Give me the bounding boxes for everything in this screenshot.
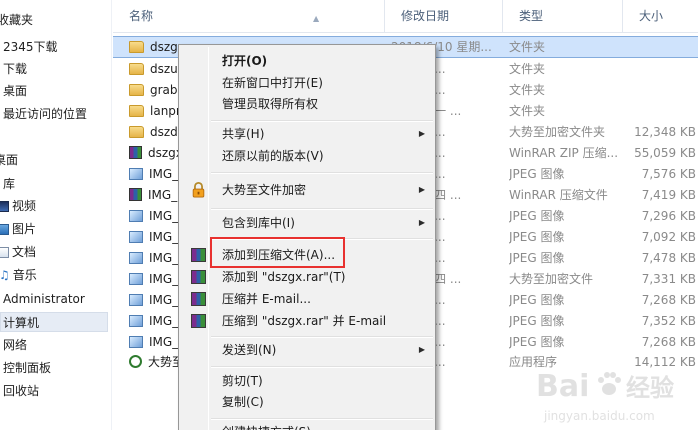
submenu-arrow-icon: ▶ [418,129,425,138]
nav-item-documents[interactable]: 文档 [0,242,36,262]
image-file-icon [129,168,143,180]
folder-icon [129,126,144,138]
folder-icon [129,41,144,53]
nav-item-computer[interactable]: 计算机 [0,312,108,332]
menu-item-cut[interactable]: 剪切(T) [181,370,433,392]
nav-item-desktop[interactable]: 桌面 [3,81,27,101]
nav-item-control-panel[interactable]: 控制面板 [3,358,51,378]
menu-item-take-ownership[interactable]: 管理员取得所有权 [181,93,433,115]
nav-item-videos[interactable]: 视频 [0,196,36,216]
menu-item-compress-email[interactable]: 压缩并 E-mail... [181,288,433,310]
nav-item-libraries[interactable]: 库 [3,174,15,194]
submenu-arrow-icon: ▶ [418,218,425,227]
baidu-jingyan-watermark: Bai 经验 jingyan.baidu.com [536,369,674,423]
column-name[interactable]: 名称 ▲ [113,0,385,33]
document-library-icon [0,247,9,258]
nav-item-downloads[interactable]: 下载 [3,59,27,79]
lock-icon [192,182,205,198]
picture-library-icon [0,224,9,235]
image-file-icon [129,252,143,264]
svg-text:jingyan.baidu.com: jingyan.baidu.com [543,409,655,423]
menu-item-send-to[interactable]: 发送到(N) ▶ [181,339,433,361]
submenu-arrow-icon: ▶ [418,345,425,354]
music-library-icon: ♫ [0,268,10,282]
menu-item-create-shortcut[interactable]: 创建快捷方式(S) [181,421,433,430]
nav-item-favorites[interactable]: 收藏夹 [0,10,33,30]
svg-text:经验: 经验 [626,374,674,402]
folder-icon [129,63,144,75]
image-file-icon [129,231,143,243]
folder-icon [129,84,144,96]
winrar-icon [191,292,206,306]
menu-item-open[interactable]: 打开(O) [181,50,433,72]
nav-item-recycle-bin[interactable]: 回收站 [3,381,39,401]
menu-item-add-to-dszgx-rar[interactable]: 添加到 "dszgx.rar"(T) [181,266,433,288]
winrar-icon [191,314,206,328]
nav-item-music[interactable]: ♫ 音乐 [0,265,37,285]
image-file-icon [129,336,143,348]
svg-text:Bai: Bai [536,369,589,404]
nav-item-2345-download[interactable]: 2345下载 [3,37,58,57]
menu-item-compress-rar-email[interactable]: 压缩到 "dszgx.rar" 并 E-mail [181,310,433,332]
nav-item-pictures[interactable]: 图片 [0,219,36,239]
baidu-paw-icon [598,372,621,395]
folder-icon [129,105,144,117]
menu-item-open-new-window[interactable]: 在新窗口中打开(E) [181,72,433,94]
image-file-icon [129,210,143,222]
nav-item-recent-places[interactable]: 最近访问的位置 [3,104,87,124]
image-file-icon [129,315,143,327]
column-size[interactable]: 大小 [623,0,698,33]
column-type[interactable]: 类型 [503,0,623,33]
winrar-archive-icon [129,188,142,201]
submenu-arrow-icon: ▶ [418,185,425,194]
highlight-box [210,237,345,268]
nav-item-administrator[interactable]: Administrator [3,289,85,309]
menu-item-copy[interactable]: 复制(C) [181,391,433,413]
column-date[interactable]: 修改日期 [385,0,503,33]
menu-item-restore-versions[interactable]: 还原以前的版本(V) [181,145,433,167]
image-file-icon [129,273,143,285]
nav-item-desktop-root[interactable]: 桌面 [0,150,18,170]
image-file-icon [129,294,143,306]
winrar-icon [191,270,206,284]
navigation-pane: 收藏夹 2345下载 下载 桌面 最近访问的位置 桌面 库 视频 图片 文档 ♫… [0,0,112,430]
winrar-archive-icon [129,146,142,159]
nav-item-network[interactable]: 网络 [3,335,27,355]
menu-item-dashizhi-encrypt[interactable]: 大势至文件加密 ▶ [181,179,433,201]
column-header: 名称 ▲ 修改日期 类型 大小 [113,0,698,33]
sort-arrow-icon: ▲ [313,14,320,23]
winrar-icon [191,248,206,262]
menu-item-share[interactable]: 共享(H) ▶ [181,123,433,145]
application-icon [129,355,142,368]
menu-item-include-in-library[interactable]: 包含到库中(I) ▶ [181,212,433,234]
video-library-icon [0,201,9,212]
